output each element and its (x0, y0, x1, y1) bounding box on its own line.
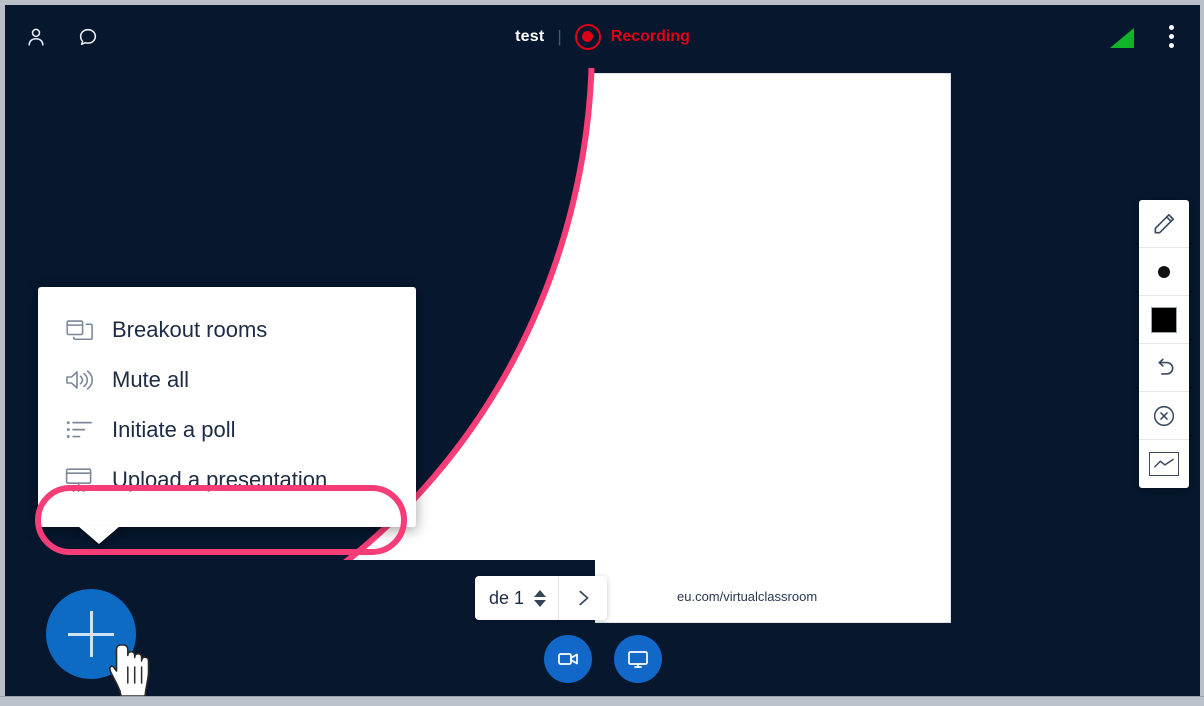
pen-tool-button[interactable] (1139, 200, 1189, 248)
kebab-menu-icon[interactable] (1158, 22, 1184, 52)
next-slide-button[interactable] (559, 576, 607, 620)
horizontal-scrollbar[interactable] (0, 696, 1204, 706)
list-poll-icon (64, 416, 94, 444)
spinner-up[interactable] (534, 589, 547, 597)
presentation-screen-icon (64, 466, 94, 494)
record-dot-icon (574, 23, 601, 50)
menu-item-breakout-rooms[interactable]: Breakout rooms (38, 305, 416, 355)
chat-bubble-icon (79, 28, 97, 45)
window-edge-left (0, 0, 5, 700)
clear-tool-button[interactable] (1139, 392, 1189, 440)
drawing-tool-rail (1139, 200, 1189, 488)
menu-item-initiate-poll[interactable]: Initiate a poll (38, 405, 416, 455)
list-poll-glyph (66, 421, 92, 439)
add-action-button[interactable] (46, 589, 136, 679)
kebab-dot-3 (1168, 43, 1174, 48)
recording-indicator[interactable]: Recording (574, 23, 690, 50)
top-bar: test | Recording (5, 5, 1200, 68)
virtual-classroom-app: test | Recording de 1 eu.com/virtualclas… (0, 0, 1204, 706)
windows-rooms-glyph (65, 319, 93, 340)
undo-arrow-icon (1158, 358, 1174, 375)
title-separator: | (557, 26, 562, 46)
menu-item-upload-presentation[interactable]: Upload a presentation (38, 455, 416, 505)
menu-item-mute-all[interactable]: Mute all (38, 355, 416, 405)
signal-strength-icon[interactable] (1110, 26, 1136, 48)
plus-icon-vertical (89, 611, 93, 657)
top-bar-right-group (1110, 22, 1184, 52)
more-actions-menu: Breakout rooms Mute all Initiate a poll … (35, 287, 416, 555)
up-down-spinner-icon[interactable] (534, 589, 547, 607)
participants-button[interactable] (19, 20, 53, 54)
menu-pointer-tail (78, 526, 120, 544)
thickness-tool-button[interactable] (1139, 248, 1189, 296)
kebab-dot-1 (1168, 25, 1174, 30)
shape-tool-button[interactable] (1139, 440, 1189, 488)
black-square-swatch-icon (1151, 306, 1177, 333)
person-icon (28, 28, 44, 46)
camera-toggle-button[interactable] (543, 635, 592, 683)
windows-rooms-icon (64, 316, 94, 344)
recording-label: Recording (610, 27, 690, 45)
dot-icon (1158, 265, 1170, 278)
speaker-glyph (66, 370, 93, 390)
pencil-icon (1154, 213, 1175, 233)
chat-button[interactable] (71, 20, 105, 54)
color-tool-button[interactable] (1139, 296, 1189, 344)
classroom-url-text: eu.com/virtualclassroom (677, 589, 818, 604)
slide-pager: de 1 (475, 576, 608, 620)
presentation-glyph (65, 468, 92, 493)
stage: test | Recording de 1 eu.com/virtualclas… (5, 5, 1200, 696)
window-edge-right (1200, 0, 1204, 700)
menu-item-label: Upload a presentation (112, 467, 328, 492)
circle-x-icon (1153, 405, 1175, 426)
screenshare-button[interactable] (613, 635, 662, 683)
kebab-dot-2 (1168, 34, 1174, 39)
slide-number-label: de 1 (489, 587, 525, 608)
undo-tool-button[interactable] (1139, 344, 1189, 392)
monitor-screen-icon (627, 651, 648, 668)
top-bar-center-group: test | Recording (5, 23, 1200, 50)
top-bar-left-group (19, 20, 105, 54)
page-title: test (515, 27, 545, 45)
menu-item-label: Mute all (112, 367, 190, 392)
bottom-control-bar (5, 635, 1200, 683)
record-dot-inner (582, 31, 594, 42)
speaker-icon (64, 366, 94, 394)
graph-line (1154, 458, 1174, 468)
chevron-right-icon (579, 590, 589, 606)
spinner-down[interactable] (534, 599, 547, 607)
video-camera-icon (557, 653, 578, 665)
slide-number-input[interactable]: de 1 (475, 576, 560, 620)
menu-item-label: Initiate a poll (112, 417, 236, 442)
line-graph-icon (1149, 452, 1179, 476)
menu-item-label: Breakout rooms (112, 317, 268, 342)
